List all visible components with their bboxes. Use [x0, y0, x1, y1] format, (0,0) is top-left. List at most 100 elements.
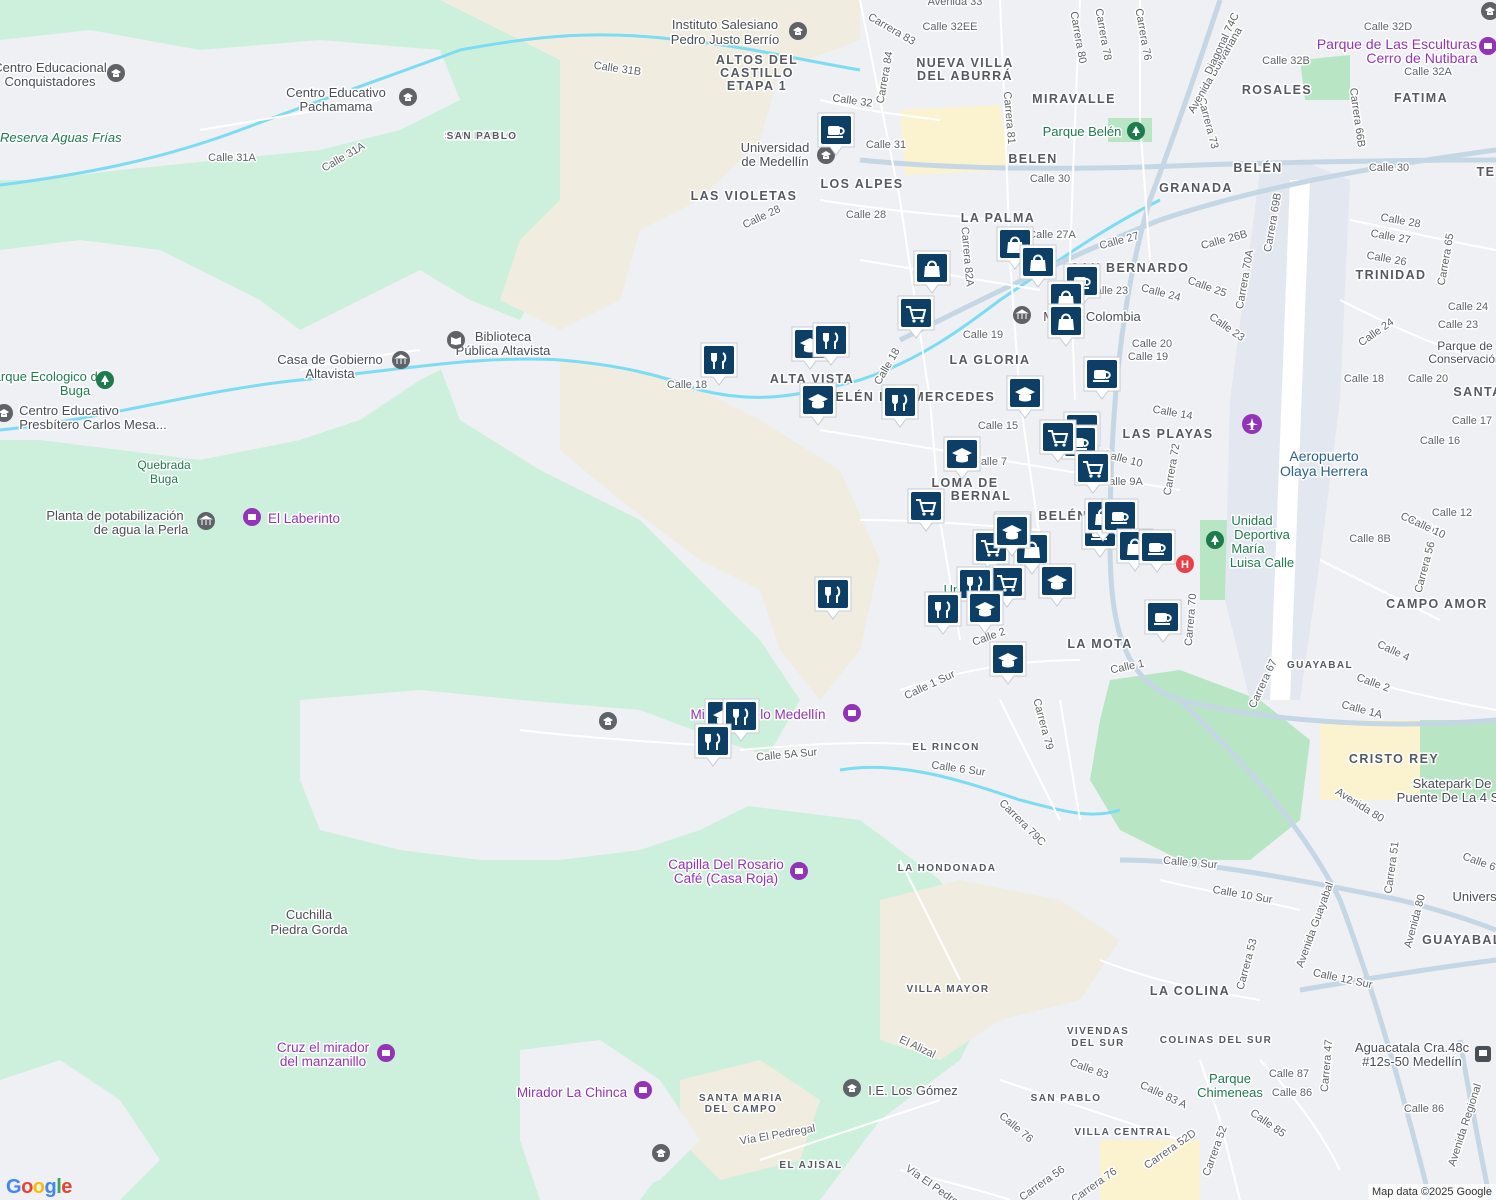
- neighborhood-label: LA GLORIA: [950, 353, 1031, 367]
- school-icon[interactable]: [399, 88, 417, 106]
- street-label: Calle 19: [1128, 351, 1168, 363]
- street-label: Calle 32A: [1404, 66, 1452, 78]
- government-icon[interactable]: [392, 351, 410, 369]
- school-icon[interactable]: [107, 64, 125, 82]
- neighborhood-label: BERNAL: [951, 489, 1011, 503]
- street-label: Calle 86: [1404, 1103, 1444, 1115]
- place-label: Parque Belén: [1043, 124, 1122, 139]
- neighborhood-label: SAN PABLO: [1031, 1093, 1102, 1104]
- neighborhood-label: NUEVA VILLA: [916, 56, 1013, 70]
- street-label: Calle 12: [1432, 507, 1472, 519]
- neighborhood-label: LA HONDONADA: [898, 863, 997, 874]
- street-label: Calle 86: [1272, 1087, 1312, 1099]
- place-label: Parque de: [1437, 339, 1493, 353]
- neighborhood-label: ROSALES: [1242, 83, 1312, 97]
- attraction-icon[interactable]: [634, 1081, 652, 1099]
- street-label: Calle 8B: [1349, 533, 1391, 545]
- neighborhood-label: ALTOS DEL: [716, 53, 798, 67]
- attraction-icon[interactable]: [243, 508, 261, 526]
- place-label: Cerro de Nutibara: [1366, 50, 1477, 66]
- neighborhood-label: DEL ABURRÁ: [917, 68, 1013, 83]
- place-label: Reserva Aguas Frías: [0, 130, 122, 145]
- transit-icon[interactable]: [1475, 1046, 1491, 1062]
- neighborhood-label: EL RINCON: [912, 742, 979, 753]
- street-label: Calle 28: [846, 209, 886, 221]
- place-label: Chimeneas: [1197, 1085, 1263, 1100]
- library-icon[interactable]: [447, 331, 465, 349]
- place-label: Centro Educacional: [0, 60, 107, 75]
- place-label: Buga: [150, 472, 178, 486]
- neighborhood-label: CASTILLO: [720, 66, 794, 80]
- street-label: Calle 19: [963, 329, 1003, 341]
- place-label: Luisa Calle: [1230, 555, 1294, 570]
- street-label: Calle 30: [1030, 173, 1070, 185]
- place-label: de agua la Perla: [94, 522, 189, 537]
- neighborhood-label: LA COLINA: [1150, 984, 1230, 998]
- place-label: Puente De La 4 S: [1397, 790, 1496, 805]
- place-label: Aguacatala Cra.48c: [1355, 1040, 1470, 1055]
- neighborhood-label: VIVENDAS: [1067, 1026, 1129, 1037]
- google-logo: Google: [6, 1176, 72, 1198]
- school-icon[interactable]: [789, 22, 807, 40]
- place-label: Piedra Gorda: [270, 922, 348, 937]
- place-label: SANTA: [1453, 385, 1496, 399]
- place-label: de Medellín: [741, 154, 808, 169]
- neighborhood-label: LA PALMA: [961, 211, 1035, 225]
- park-icon[interactable]: [96, 371, 114, 389]
- place-label: Cruz el mirador: [277, 1040, 370, 1055]
- neighborhood-label: DEL SUR: [1071, 1038, 1125, 1049]
- street-label: Calle 23: [1438, 319, 1478, 331]
- street-label: Calle 24: [1448, 301, 1488, 313]
- svg-text:H: H: [1181, 559, 1189, 571]
- street-label: Calle 20: [1132, 338, 1172, 350]
- place-label: Mirador La Chinca: [517, 1085, 628, 1100]
- street-label: Calle 32EE: [922, 21, 977, 33]
- neighborhood-label: FATIMA: [1394, 91, 1448, 105]
- attraction-icon[interactable]: [790, 862, 808, 880]
- place-label: Parque: [1209, 1071, 1251, 1086]
- attraction-icon[interactable]: [843, 704, 861, 722]
- map-attribution[interactable]: Map data ©2025 Google: [1367, 1184, 1496, 1200]
- street-label: Calle 18: [667, 379, 707, 391]
- neighborhood-label: CRISTO REY: [1349, 752, 1439, 766]
- school-icon[interactable]: [843, 1079, 861, 1097]
- attraction-icon[interactable]: [377, 1044, 395, 1062]
- neighborhood-label: BELEN: [1008, 152, 1057, 166]
- place-label: del manzanillo: [280, 1054, 366, 1069]
- neighborhood-label: VILLA MAYOR: [907, 984, 990, 995]
- map-canvas[interactable]: ALTOS DEL CASTILLO ETAPA 1 NUEVA VILLA D…: [0, 0, 1496, 1200]
- place-label: I.E. Los Gómez: [868, 1083, 958, 1098]
- place-label: Café (Casa Roja): [674, 871, 778, 886]
- place-label: Biblioteca: [475, 329, 532, 344]
- place-label: Casa de Gobierno: [277, 352, 383, 367]
- place-label: Deportiva: [1234, 527, 1290, 542]
- place-label: Aeropuerto: [1289, 448, 1358, 464]
- place-label: Skatepark De: [1413, 776, 1492, 791]
- park-icon[interactable]: [1206, 531, 1224, 549]
- street-label: Calle 16: [1420, 435, 1460, 447]
- neighborhood-label: EL AJISAL: [779, 1160, 842, 1171]
- neighborhood-label: BELÉN: [1038, 508, 1087, 523]
- neighborhood-label: SANTA MARIA: [699, 1093, 783, 1104]
- neighborhood-label: LA MOTA: [1067, 637, 1132, 651]
- place-label: Quebrada: [137, 458, 191, 472]
- place-label: Universidad: [741, 140, 810, 155]
- neighborhood-label: CAMPO AMOR: [1386, 597, 1488, 611]
- place-label: María: [1231, 541, 1265, 556]
- place-label: Presbítero Carlos Mesa...: [19, 417, 166, 432]
- neighborhood-label: LAS VIOLETAS: [691, 189, 798, 203]
- government-icon[interactable]: [197, 512, 215, 530]
- place-label: Centro Educativo: [19, 403, 119, 418]
- place-label: Pachamama: [300, 99, 374, 114]
- hospital-icon[interactable]: H: [1176, 555, 1194, 573]
- place-label: Olaya Herrera: [1280, 463, 1368, 479]
- school-icon[interactable]: [599, 712, 617, 730]
- airport-icon[interactable]: [1242, 414, 1262, 434]
- street-label: Avenida 33: [928, 0, 983, 8]
- school-icon[interactable]: [652, 1144, 670, 1162]
- neighborhood-label: GUAYABAL: [1422, 933, 1496, 947]
- place-label: #12s-50 Medellín: [1362, 1054, 1462, 1069]
- museum-icon[interactable]: [1013, 306, 1031, 324]
- park-icon[interactable]: [1127, 122, 1145, 140]
- neighborhood-label: LOS ALPES: [821, 177, 904, 191]
